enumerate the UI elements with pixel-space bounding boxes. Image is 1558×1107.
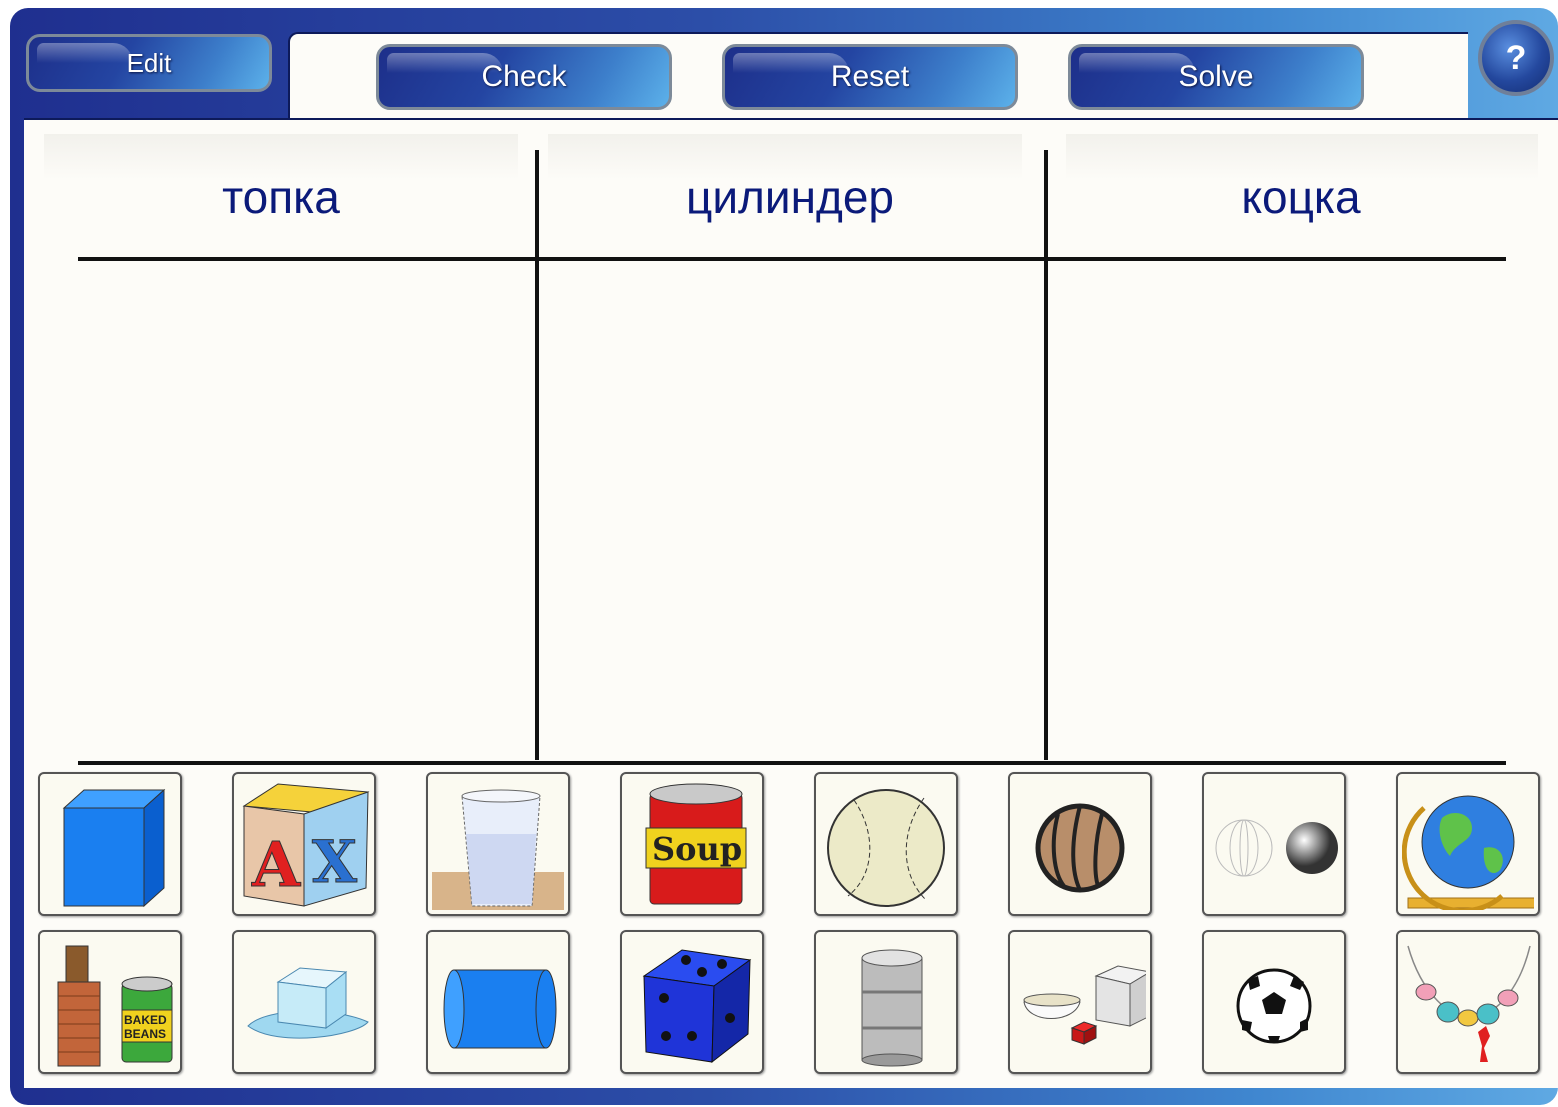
block-letter-a: A [251, 828, 301, 901]
bottom-divider [78, 761, 1506, 765]
metal-barrel-icon [861, 949, 923, 1067]
beans-label-1: BAKED [124, 1013, 167, 1027]
ice-cube-icon [247, 967, 369, 1039]
box-and-bowl-icon [1023, 965, 1146, 1045]
card-blue-die[interactable] [620, 930, 764, 1074]
card-alphabet-block[interactable]: A X [232, 772, 376, 916]
edit-button[interactable]: Edit [26, 34, 272, 92]
column-divider [535, 150, 539, 760]
column-title-sphere: топка [222, 171, 340, 223]
reset-button[interactable]: Reset [722, 44, 1018, 110]
card-water-glass[interactable] [426, 772, 570, 916]
card-globe[interactable] [1396, 772, 1540, 916]
card-box-and-bowl[interactable] [1008, 930, 1152, 1074]
drop-zone-sphere[interactable] [44, 262, 534, 758]
soccer-ball-icon [1236, 968, 1312, 1044]
card-ice-cube[interactable] [232, 930, 376, 1074]
solve-button[interactable]: Solve [1068, 44, 1364, 110]
header-divider [78, 257, 1506, 261]
card-soup-can[interactable]: Soup [620, 772, 764, 916]
card-volleyball[interactable] [1008, 772, 1152, 916]
card-chimney-and-can[interactable]: BAKED BEANS [38, 930, 182, 1074]
column-divider [1044, 150, 1048, 760]
globe-icon [1402, 795, 1534, 910]
baseball-icon [827, 789, 945, 907]
soup-can-icon: Soup [645, 783, 747, 905]
spheres-icon [1215, 819, 1338, 877]
blue-cube-icon [62, 788, 166, 908]
card-blue-cylinder[interactable] [426, 930, 570, 1074]
block-letter-x: X [312, 828, 357, 896]
card-bead-necklace[interactable] [1396, 930, 1540, 1074]
help-button[interactable]: ? [1478, 20, 1554, 96]
bead-necklace-icon [1407, 945, 1531, 1062]
card-spheres[interactable] [1202, 772, 1346, 916]
soup-label: Soup [652, 830, 742, 868]
blue-die-icon [642, 949, 752, 1064]
drop-zone-cylinder[interactable] [540, 262, 1043, 758]
card-blue-cube[interactable] [38, 772, 182, 916]
alphabet-block-icon: A X [242, 783, 370, 907]
blue-cylinder-icon [443, 969, 557, 1049]
card-baseball[interactable] [814, 772, 958, 916]
chimney-and-beans-can-icon: BAKED BEANS [57, 945, 173, 1067]
drop-zone-cube[interactable] [1049, 262, 1539, 758]
card-metal-barrel[interactable] [814, 930, 958, 1074]
volleyball-icon [1035, 803, 1125, 893]
column-title-cylinder: цилиндер [686, 171, 894, 223]
water-glass-icon [432, 789, 564, 910]
card-soccer-ball[interactable] [1202, 930, 1346, 1074]
check-button[interactable]: Check [376, 44, 672, 110]
column-title-cube: коцка [1241, 171, 1361, 223]
beans-label-2: BEANS [124, 1027, 166, 1041]
